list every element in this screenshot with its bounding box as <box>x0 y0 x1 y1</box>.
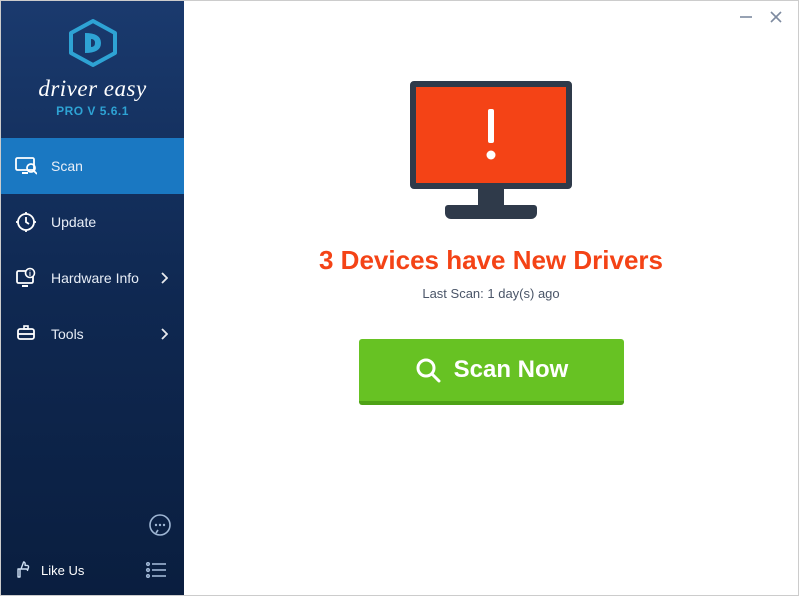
sidebar-item-hardware-info[interactable]: i Hardware Info <box>1 250 184 306</box>
monitor-icon <box>410 81 572 189</box>
sidebar: driver easy PRO V 5.6.1 Scan Update i Ha… <box>1 1 184 595</box>
headline-text: 3 Devices have New Drivers <box>319 245 663 276</box>
chevron-right-icon <box>160 328 168 340</box>
svg-text:i: i <box>29 271 31 278</box>
sidebar-item-label: Scan <box>51 158 83 174</box>
sidebar-item-label: Tools <box>51 326 84 342</box>
version-label: PRO V 5.6.1 <box>1 104 184 118</box>
scan-now-label: Scan Now <box>454 356 569 384</box>
brand-name: driver easy <box>1 76 184 102</box>
chevron-right-icon <box>160 272 168 284</box>
sidebar-item-label: Hardware Info <box>51 270 139 286</box>
sidebar-item-tools[interactable]: Tools <box>1 306 184 362</box>
scan-now-button[interactable]: Scan Now <box>359 339 624 405</box>
status-graphic <box>410 81 572 219</box>
sidebar-item-update[interactable]: Update <box>1 194 184 250</box>
tools-icon <box>15 323 37 345</box>
like-us-label: Like Us <box>41 563 84 578</box>
like-us-button[interactable]: Like Us <box>15 561 84 579</box>
main-content: 3 Devices have New Drivers Last Scan: 1 … <box>184 1 798 595</box>
gear-update-icon <box>15 211 37 233</box>
brand-logo-icon <box>67 19 119 67</box>
last-scan-text: Last Scan: 1 day(s) ago <box>422 286 559 301</box>
thumbs-up-icon <box>15 561 33 579</box>
sidebar-footer: Like Us <box>1 545 184 595</box>
feedback-button[interactable] <box>146 511 174 539</box>
close-button[interactable] <box>768 9 784 25</box>
logo-block: driver easy PRO V 5.6.1 <box>1 1 184 130</box>
minimize-button[interactable] <box>738 9 754 25</box>
search-icon <box>414 356 442 384</box>
menu-button[interactable] <box>142 556 170 584</box>
sidebar-item-label: Update <box>51 214 96 230</box>
window-controls <box>738 9 784 25</box>
sidebar-extra-buttons <box>146 511 174 547</box>
exclamation-icon <box>478 105 504 165</box>
hardware-info-icon: i <box>15 267 37 289</box>
sidebar-item-scan[interactable]: Scan <box>1 138 184 194</box>
monitor-scan-icon <box>15 155 37 177</box>
sidebar-nav: Scan Update i Hardware Info Tools <box>1 138 184 545</box>
